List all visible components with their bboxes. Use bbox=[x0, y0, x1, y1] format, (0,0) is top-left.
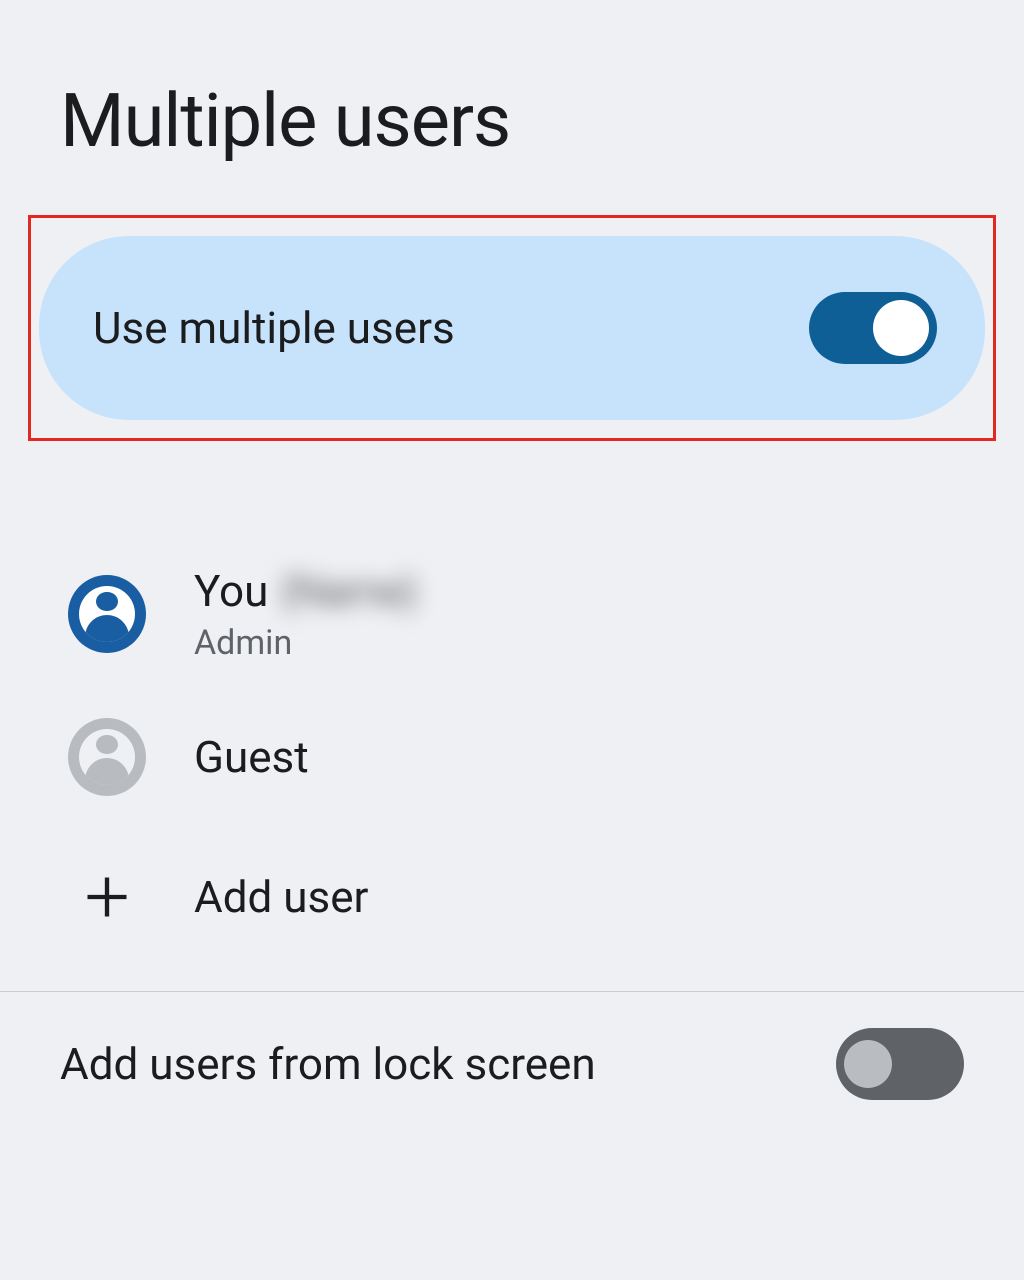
user-you-text: You (Name) Admin bbox=[194, 565, 416, 663]
toggle-knob bbox=[873, 300, 929, 356]
person-outline-icon bbox=[68, 718, 146, 796]
add-user-row[interactable]: Add user bbox=[0, 827, 1024, 967]
person-filled-icon bbox=[68, 575, 146, 653]
user-you-role: Admin bbox=[194, 623, 416, 663]
use-multiple-users-label: Use multiple users bbox=[93, 302, 455, 354]
user-guest-label: Guest bbox=[194, 731, 309, 783]
highlight-annotation: Use multiple users bbox=[28, 215, 996, 441]
add-users-from-lock-screen-label: Add users from lock screen bbox=[60, 1038, 596, 1090]
user-you-redacted-name: (Name) bbox=[280, 565, 416, 617]
add-users-from-lock-screen-toggle[interactable] bbox=[836, 1028, 964, 1100]
user-you-primary: You bbox=[194, 565, 268, 617]
use-multiple-users-setting[interactable]: Use multiple users bbox=[39, 236, 985, 420]
user-guest-row[interactable]: Guest bbox=[0, 687, 1024, 827]
user-list: You (Name) Admin Guest Add user bbox=[0, 541, 1024, 967]
add-user-label: Add user bbox=[194, 871, 368, 923]
plus-icon bbox=[68, 858, 146, 936]
add-users-from-lock-screen-setting[interactable]: Add users from lock screen bbox=[0, 992, 1024, 1136]
use-multiple-users-toggle[interactable] bbox=[809, 292, 937, 364]
page-title: Multiple users bbox=[0, 0, 1024, 215]
user-you-row[interactable]: You (Name) Admin bbox=[0, 541, 1024, 687]
toggle-knob bbox=[844, 1040, 892, 1088]
